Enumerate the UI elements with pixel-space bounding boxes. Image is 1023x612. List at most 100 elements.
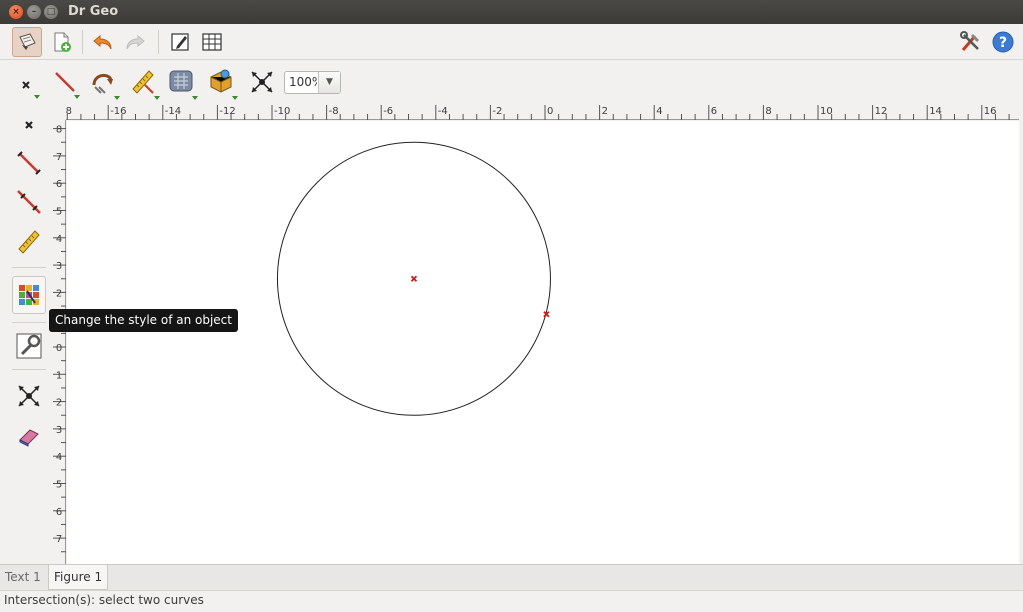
properties-wrench-button[interactable] bbox=[12, 329, 46, 363]
redo-button[interactable] bbox=[120, 27, 150, 57]
side-toolbar bbox=[0, 103, 52, 564]
ruler-y-label: 5 bbox=[56, 480, 62, 491]
figure-canvas[interactable] bbox=[67, 121, 1019, 564]
numerics-tool-button[interactable] bbox=[128, 66, 160, 100]
lines-tool-button[interactable] bbox=[50, 67, 80, 99]
vertical-ruler-scale: 8765432101234567 bbox=[53, 125, 66, 553]
ruler-x-label: -12 bbox=[219, 106, 235, 117]
ruler-x-label: 10 bbox=[820, 106, 833, 117]
ruler-y-label: 4 bbox=[56, 234, 62, 245]
points-tool-icon bbox=[22, 81, 30, 89]
ruler-x-label: 14 bbox=[929, 106, 942, 117]
dropdown-marker bbox=[192, 96, 198, 100]
redo-icon bbox=[126, 34, 145, 50]
ruler-y-label: 2 bbox=[56, 288, 62, 299]
dropdown-marker bbox=[34, 95, 40, 99]
title-bar: × – □ Dr Geo bbox=[0, 0, 1023, 24]
dropdown-marker bbox=[114, 96, 120, 100]
vertical-ruler: 8765432101234567 bbox=[52, 120, 66, 564]
eraser-button[interactable] bbox=[12, 419, 46, 453]
ruler-x-label: 6 bbox=[711, 106, 717, 117]
ruler-corner bbox=[52, 103, 66, 120]
measure-button[interactable] bbox=[12, 224, 46, 258]
horizontal-ruler: -18 -16 -14 -12 -10 -8 -6 -4 -2 0 2 4 6 8 10 12 14 16 bbox=[56, 103, 1019, 120]
dropdown-marker bbox=[232, 96, 238, 100]
maximize-window-button[interactable]: □ bbox=[44, 5, 58, 19]
construction-toolbar: 100% ▼ bbox=[0, 61, 1023, 103]
close-window-button[interactable]: × bbox=[9, 5, 23, 19]
select-arrow-button[interactable] bbox=[12, 27, 42, 57]
ruler-x-label: -2 bbox=[492, 106, 502, 117]
segment-icon bbox=[17, 151, 41, 175]
center-point[interactable] bbox=[410, 275, 418, 282]
ruler-y-label: 6 bbox=[56, 179, 62, 190]
new-figure-icon bbox=[54, 32, 71, 52]
ruler-x-label: -14 bbox=[165, 106, 181, 117]
ruler-y-label: 0 bbox=[56, 343, 62, 354]
zoom-value: 100% bbox=[289, 75, 317, 89]
ruler-y-label: 2 bbox=[56, 398, 62, 409]
main-toolbar: ? bbox=[0, 24, 1023, 60]
properties-wrench-icon bbox=[16, 333, 42, 359]
intersection-button[interactable] bbox=[12, 379, 46, 413]
measure-icon bbox=[18, 230, 40, 254]
document-tabs: Text 1 Figure 1 bbox=[0, 564, 1023, 590]
edit-button[interactable] bbox=[165, 27, 195, 57]
ruler-y-label: 8 bbox=[56, 125, 62, 136]
tooltip: Change the style of an object bbox=[49, 309, 238, 332]
line-icon bbox=[17, 190, 41, 214]
sidebar-separator bbox=[12, 322, 46, 323]
intersection-tool-button[interactable] bbox=[247, 67, 277, 97]
ruler-y-label: 7 bbox=[56, 534, 62, 545]
edit-icon bbox=[171, 33, 189, 51]
svg-text:?: ? bbox=[999, 35, 1007, 51]
undo-button[interactable] bbox=[88, 27, 118, 57]
scripts-tool-button[interactable] bbox=[166, 66, 198, 100]
figure-drawing[interactable] bbox=[67, 121, 1019, 564]
free-point-button[interactable] bbox=[12, 108, 46, 142]
zoom-select[interactable]: 100% ▼ bbox=[284, 71, 341, 94]
tab-text-1[interactable]: Text 1 bbox=[0, 565, 46, 590]
intersection-icon bbox=[18, 385, 40, 407]
ruler-x-label: 2 bbox=[602, 106, 608, 117]
eraser-icon bbox=[19, 429, 39, 447]
ruler-y-label: 4 bbox=[56, 452, 62, 463]
ruler-x-label: -6 bbox=[383, 106, 393, 117]
ruler-x-label: 12 bbox=[875, 106, 888, 117]
tab-figure-1[interactable]: Figure 1 bbox=[48, 565, 109, 590]
dropdown-marker bbox=[74, 95, 80, 99]
preferences-tools-button[interactable] bbox=[956, 27, 986, 57]
ruler-x-label: -18 bbox=[66, 106, 72, 117]
undo-icon bbox=[93, 34, 112, 50]
macros-tool-button[interactable] bbox=[206, 66, 238, 100]
points-tool-button[interactable] bbox=[12, 69, 42, 99]
status-bar: Intersection(s): select two curves bbox=[0, 590, 1023, 612]
grid-button[interactable] bbox=[197, 27, 227, 57]
scripts-tool-icon bbox=[169, 70, 193, 92]
ruler-y-label: 7 bbox=[56, 152, 62, 163]
toolbar-separator bbox=[82, 30, 83, 54]
minimize-window-button[interactable]: – bbox=[27, 5, 41, 19]
transformations-tool-button[interactable] bbox=[88, 66, 120, 100]
help-icon: ? bbox=[992, 31, 1014, 53]
new-figure-button[interactable] bbox=[46, 27, 76, 57]
segment-button[interactable] bbox=[12, 146, 46, 180]
ruler-x-label: 4 bbox=[656, 106, 662, 117]
ruler-x-label: 0 bbox=[547, 106, 553, 117]
help-button[interactable]: ? bbox=[988, 27, 1018, 57]
ruler-x-label: -10 bbox=[274, 106, 290, 117]
style-icon bbox=[19, 285, 39, 305]
ruler-y-label: 3 bbox=[56, 261, 62, 272]
horizontal-ruler-scale: -18 -16 -14 -12 -10 -8 -6 -4 -2 0 2 4 6 8 10 12 14 16 bbox=[56, 105, 1010, 120]
select-arrow-icon bbox=[19, 33, 36, 50]
style-button[interactable] bbox=[12, 276, 46, 314]
chevron-down-icon[interactable]: ▼ bbox=[318, 72, 340, 93]
transformations-tool-icon bbox=[92, 74, 113, 94]
app-window: × – □ Dr Geo ? 100 ▼ 8 -16 -14 -12 -10 -… bbox=[0, 0, 1023, 612]
dropdown-marker bbox=[154, 96, 160, 100]
line-button[interactable] bbox=[12, 185, 46, 219]
sidebar-separator bbox=[12, 369, 46, 370]
free-point-icon bbox=[25, 121, 33, 129]
lines-tool-icon bbox=[55, 72, 75, 92]
toolbar-separator bbox=[158, 30, 159, 54]
